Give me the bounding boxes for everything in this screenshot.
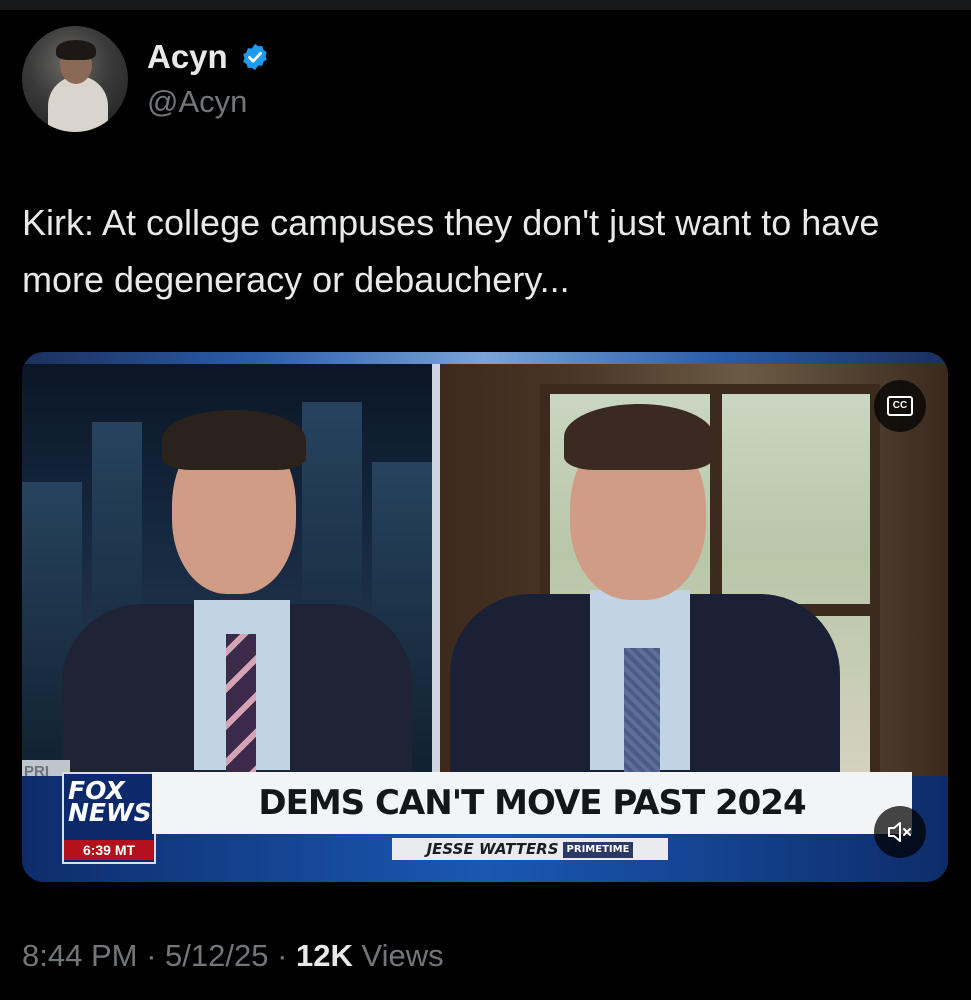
tweet-metadata: 8:44 PM · 5/12/25 · 12K Views [22,938,444,974]
closed-captions-icon: CC [887,396,913,416]
post-date[interactable]: 5/12/25 [165,938,268,973]
left-video-panel: PRI [22,364,432,782]
logo-line-2: NEWS [68,798,152,827]
closed-captions-button[interactable]: CC [874,380,926,432]
avatar-hair [56,40,96,60]
author-name[interactable]: Acyn [147,38,228,76]
avatar[interactable] [22,26,128,132]
video-player[interactable]: PRI FOX NEWS 6:39 MT DEMS CAN'T MOVE PAS… [22,352,948,882]
split-divider [432,364,440,782]
fox-news-logo: FOX NEWS 6:39 MT [62,772,156,864]
show-name: JESSE WATTERS [426,840,559,858]
right-video-panel [440,364,948,782]
show-tag: PRIMETIME [562,841,634,858]
verified-badge-icon [243,43,267,71]
post-time[interactable]: 8:44 PM [22,938,137,973]
muted-speaker-icon [888,822,911,842]
mute-toggle-button[interactable] [874,806,926,858]
broadcast-time: 6:39 MT [64,840,154,860]
views-count[interactable]: 12K [296,938,353,973]
views-label: Views [352,938,444,973]
broadcast-top-stripe [22,352,948,364]
top-bar [0,0,971,10]
separator: · [268,938,297,973]
avatar-shirt [48,76,108,132]
author-handle[interactable]: @Acyn [147,84,247,120]
separator: · [137,938,166,973]
show-name-bar: JESSE WATTERS PRIMETIME [392,838,668,860]
chyron-headline: DEMS CAN'T MOVE PAST 2024 [152,772,912,834]
tweet-text: Kirk: At college campuses they don't jus… [22,202,880,300]
